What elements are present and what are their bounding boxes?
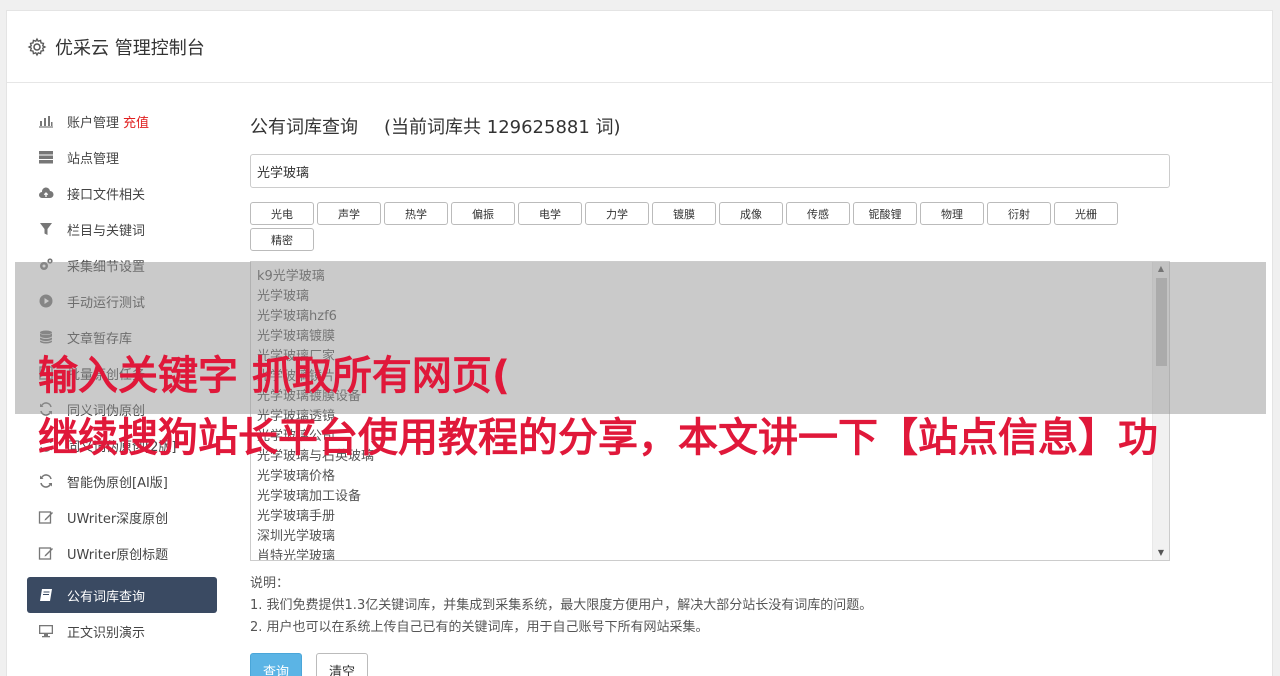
cloud-upload-icon <box>37 185 55 201</box>
tag-list: 光电 声学 热学 偏振 电学 力学 镀膜 成像 传感 铌酸锂 物理 衍射 光栅 … <box>250 202 1130 251</box>
keyword-input[interactable] <box>250 154 1170 188</box>
server-icon <box>37 149 55 165</box>
tag-button[interactable]: 镀膜 <box>652 202 716 225</box>
sidebar-item-label: UWriter原创标题 <box>67 547 169 563</box>
sidebar-item-label: 栏目与关键词 <box>67 223 146 239</box>
bar-chart-icon <box>37 113 55 129</box>
header: 优采云 管理控制台 <box>7 11 1272 83</box>
tag-button[interactable]: 光栅 <box>1054 202 1118 225</box>
page-title-text: 公有词库查询 <box>250 117 358 138</box>
sidebar-item-account[interactable]: 账户管理 充值 <box>27 103 217 139</box>
notes-heading: 说明： <box>250 576 290 591</box>
overlay-caption-line-1: 输入关键字 抓取所有网页( <box>38 353 511 399</box>
desktop-icon <box>37 623 55 639</box>
result-item[interactable]: 深圳光学玻璃 <box>257 527 1163 547</box>
sidebar-item-sites[interactable]: 站点管理 <box>27 139 217 175</box>
tag-button[interactable]: 电学 <box>518 202 582 225</box>
book-icon <box>37 587 55 603</box>
result-item[interactable]: 光学玻璃手册 <box>257 507 1163 527</box>
recharge-link[interactable]: 充值 <box>123 112 149 131</box>
sidebar-item-text-recognition[interactable]: 正文识别演示 <box>27 613 217 649</box>
tag-button[interactable]: 物理 <box>920 202 984 225</box>
sidebar-item-label: 接口文件相关 <box>67 187 146 203</box>
sidebar-item-public-lexicon[interactable]: 公有词库查询 <box>27 577 217 613</box>
tag-button[interactable]: 偏振 <box>451 202 515 225</box>
scroll-down-icon[interactable]: ▼ <box>1153 546 1169 560</box>
clear-button[interactable]: 清空 <box>316 653 369 676</box>
refresh-icon <box>37 473 55 489</box>
tag-button[interactable]: 衍射 <box>987 202 1051 225</box>
result-item[interactable]: 光学玻璃加工设备 <box>257 487 1163 507</box>
sidebar-item-label: 正文识别演示 <box>67 625 146 641</box>
tag-button[interactable]: 力学 <box>585 202 649 225</box>
edit-icon <box>37 545 55 561</box>
page-title: 公有词库查询 (当前词库共 129625881 词) <box>250 112 1170 140</box>
notes: 说明： 1. 我们免费提供1.3亿关键词库，并集成到采集系统，最大限度方便用户，… <box>250 573 1170 639</box>
result-item[interactable]: 肖特光学玻璃 <box>257 547 1163 560</box>
sidebar-item-ai-rewrite[interactable]: 智能伪原创[AI版] <box>27 463 217 499</box>
tag-button[interactable]: 铌酸锂 <box>853 202 917 225</box>
sidebar-item-label: 智能伪原创[AI版] <box>67 475 168 491</box>
sidebar-item-label: 站点管理 <box>67 151 120 167</box>
sidebar-item-interface[interactable]: 接口文件相关 <box>27 175 217 211</box>
app-title: 优采云 管理控制台 <box>55 37 205 59</box>
tag-button[interactable]: 热学 <box>384 202 448 225</box>
sidebar-item-label: 账户管理 <box>67 115 120 131</box>
note-item: 2. 用户也可以在系统上传自己已有的关键词库，用于自己账号下所有网站采集。 <box>250 620 709 635</box>
filter-icon <box>37 221 55 237</box>
lexicon-count: (当前词库共 129625881 词) <box>384 117 621 138</box>
sidebar-item-uwriter-deep[interactable]: UWriter深度原创 <box>27 499 217 535</box>
tag-button[interactable]: 声学 <box>317 202 381 225</box>
action-buttons: 查询 清空 <box>250 653 1170 676</box>
sidebar-item-uwriter-title[interactable]: UWriter原创标题 <box>27 535 217 571</box>
sidebar-item-label: 公有词库查询 <box>67 589 146 605</box>
overlay-caption-line-2: 继续搜狗站长平台使用教程的分享，本文讲一下【站点信息】功 <box>38 415 1158 461</box>
sidebar-item-columns[interactable]: 栏目与关键词 <box>27 211 217 247</box>
edit-icon <box>37 509 55 525</box>
result-item[interactable]: 光学玻璃价格 <box>257 467 1163 487</box>
tag-button[interactable]: 光电 <box>250 202 314 225</box>
query-button[interactable]: 查询 <box>250 653 303 676</box>
tag-button[interactable]: 传感 <box>786 202 850 225</box>
sidebar-item-label: UWriter深度原创 <box>67 511 169 527</box>
gear-icon <box>27 37 47 57</box>
tag-button[interactable]: 成像 <box>719 202 783 225</box>
tag-button[interactable]: 精密 <box>250 228 314 251</box>
note-item: 1. 我们免费提供1.3亿关键词库，并集成到采集系统，最大限度方便用户，解决大部… <box>250 598 873 613</box>
